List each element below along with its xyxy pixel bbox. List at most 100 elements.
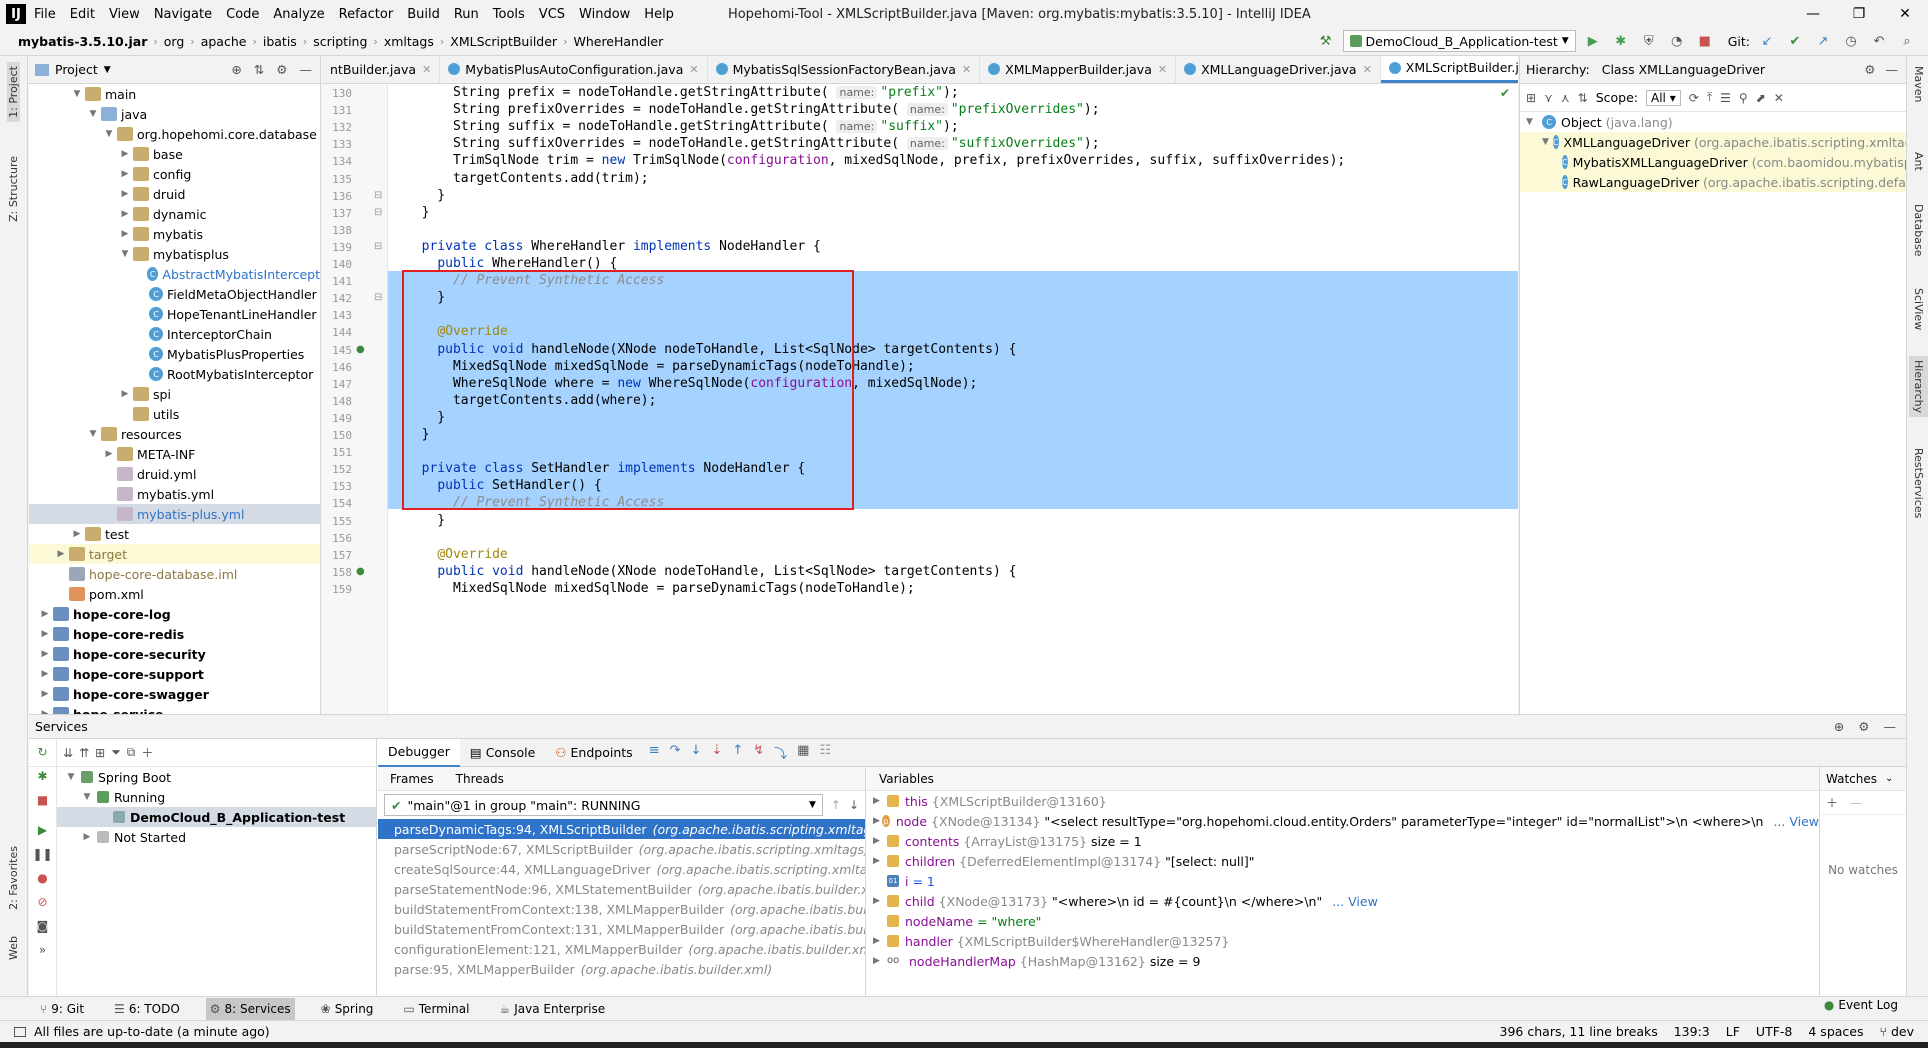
sort-icon[interactable]: ⇅: [1578, 91, 1588, 105]
stripe-maven[interactable]: Maven: [1912, 66, 1925, 102]
expand-all-icon[interactable]: ⇊: [63, 746, 73, 760]
group-icon[interactable]: ⊞: [95, 746, 105, 760]
stack-frame[interactable]: parseDynamicTags:94, XMLScriptBuilder (or…: [378, 819, 865, 839]
project-tree-item[interactable]: hope-core-database.iml: [29, 564, 320, 584]
status-encoding[interactable]: UTF-8: [1756, 1024, 1792, 1039]
stack-frame[interactable]: createSqlSource:44, XMLLanguageDriver (or…: [378, 859, 865, 879]
implements-marker-icon[interactable]: ●: [356, 344, 365, 355]
force-step-into-icon[interactable]: ⇣: [711, 743, 722, 762]
gear-icon[interactable]: ⚙: [1864, 62, 1875, 77]
view-link[interactable]: ... View: [1332, 894, 1378, 909]
stripe-database[interactable]: Database: [1912, 204, 1925, 257]
tool-window-spring[interactable]: ❀ Spring: [317, 998, 378, 1020]
coverage-icon[interactable]: ⛨: [1638, 30, 1660, 52]
profile-icon[interactable]: ◔: [1666, 30, 1688, 52]
variable-row[interactable]: 01 i = 1: [867, 871, 1819, 891]
hide-icon[interactable]: —: [300, 62, 313, 77]
git-rollback-icon[interactable]: ↶: [1868, 30, 1890, 52]
project-tree-item[interactable]: ▶ test: [29, 524, 320, 544]
project-tree-item[interactable]: ▼ resources: [29, 424, 320, 444]
project-tree-item[interactable]: ▶ hope-core-support: [29, 664, 320, 684]
project-tree-item[interactable]: mybatis.yml: [29, 484, 320, 504]
variable-row[interactable]: ▶ child {XNode@13173} "<where>\n id = #{c…: [867, 891, 1819, 911]
chevron-down-icon[interactable]: ▼: [87, 429, 99, 439]
project-tree-item[interactable]: ▶ hope-core-log: [29, 604, 320, 624]
variable-row[interactable]: ▶ children {DeferredElementImpl@13174} "[…: [867, 851, 1819, 871]
search-icon[interactable]: ⌕: [1896, 30, 1918, 52]
hierarchy-tab-title[interactable]: Class XMLLanguageDriver: [1602, 62, 1765, 77]
services-tree-item[interactable]: ▼ Spring Boot: [57, 767, 376, 787]
chevron-down-icon[interactable]: ⌄: [1885, 773, 1893, 784]
chevron-right-icon[interactable]: ▶: [55, 549, 67, 559]
trace-icon[interactable]: ☷: [819, 743, 831, 762]
project-tree-item[interactable]: ▶ mybatis: [29, 224, 320, 244]
menu-item-analyze[interactable]: Analyze: [273, 7, 324, 22]
chevron-right-icon[interactable]: ▶: [873, 956, 887, 966]
chevron-right-icon[interactable]: ▶: [39, 629, 51, 639]
tool-window-terminal[interactable]: ▭ Terminal: [399, 998, 473, 1020]
chevron-down-icon[interactable]: ▼: [81, 792, 93, 802]
stack-frame[interactable]: parseScriptNode:67, XMLScriptBuilder (org…: [378, 839, 865, 859]
chevron-right-icon[interactable]: ▶: [119, 189, 131, 199]
close-icon[interactable]: ✕: [962, 63, 971, 76]
maximize-button[interactable]: ❐: [1836, 0, 1882, 28]
menu-item-view[interactable]: View: [109, 7, 140, 22]
project-tree-item[interactable]: mybatis-plus.yml: [29, 504, 320, 524]
hierarchy-item[interactable]: ▼ C Object (java.lang): [1520, 112, 1906, 132]
supertypes-icon[interactable]: ⋎: [1544, 91, 1553, 105]
chevron-right-icon[interactable]: ▶: [873, 936, 887, 946]
variable-row[interactable]: ▶ contents {ArrayList@13175} size = 1: [867, 831, 1819, 851]
services-tree-item[interactable]: ▼ Running: [57, 787, 376, 807]
pin-icon[interactable]: ⚲: [1739, 91, 1748, 105]
gear-icon[interactable]: ⚙: [276, 62, 287, 77]
chevron-right-icon[interactable]: ▶: [81, 832, 93, 842]
stack-frame[interactable]: buildStatementFromContext:131, XMLMapper…: [378, 919, 865, 939]
menu-item-build[interactable]: Build: [407, 7, 440, 22]
subtypes-icon[interactable]: ⋏: [1561, 91, 1570, 105]
view-link[interactable]: ... View: [1773, 814, 1819, 829]
chevron-down-icon[interactable]: ▼: [104, 65, 111, 75]
export-icon[interactable]: ⬈: [1756, 91, 1766, 105]
services-tree-item[interactable]: DemoCloud_B_Application-test: [57, 807, 376, 827]
project-tree-item[interactable]: ▶ dynamic: [29, 204, 320, 224]
status-indent[interactable]: 4 spaces: [1808, 1024, 1863, 1039]
breadcrumb-item[interactable]: org: [164, 34, 185, 49]
add-watch-icon[interactable]: ＋: [1826, 794, 1838, 811]
chevron-down-icon[interactable]: ▼: [1542, 137, 1549, 147]
variable-row[interactable]: ▶ handler {XMLScriptBuilder$WhereHandler@…: [867, 931, 1819, 951]
project-tree-item[interactable]: ▶ target: [29, 544, 320, 564]
chevron-right-icon[interactable]: ▶: [119, 209, 131, 219]
step-over-icon[interactable]: ↷: [670, 743, 681, 762]
status-git-branch[interactable]: ⑂ dev: [1879, 1024, 1914, 1039]
fold-marker-icon[interactable]: ⊟: [374, 241, 382, 252]
close-icon[interactable]: ✕: [1158, 63, 1167, 76]
project-tree-item[interactable]: ▶ hope-core-swagger: [29, 684, 320, 704]
project-tree-item[interactable]: ▶ META-INF: [29, 444, 320, 464]
scope-select[interactable]: All ▾: [1646, 89, 1681, 106]
git-history-icon[interactable]: ◷: [1840, 30, 1862, 52]
project-tree-item[interactable]: C HopeTenantLineHandler: [29, 304, 320, 324]
stripe-restservices[interactable]: RestServices: [1912, 448, 1925, 518]
breadcrumb-item[interactable]: XMLScriptBuilder: [450, 34, 557, 49]
stack-frame[interactable]: parseStatementNode:96, XMLStatementBuild…: [378, 879, 865, 899]
git-update-icon[interactable]: ↙: [1756, 30, 1778, 52]
chevron-down-icon[interactable]: ▼: [119, 249, 131, 259]
globe-icon[interactable]: ⊕: [1834, 719, 1844, 734]
step-into-icon[interactable]: ↓: [691, 743, 702, 762]
chevron-right-icon[interactable]: ▶: [71, 529, 83, 539]
arrow-down-icon[interactable]: ↓: [849, 798, 859, 812]
thread-selector[interactable]: ✔ "main"@1 in group "main": RUNNING ▼: [384, 794, 823, 816]
project-tree-item[interactable]: ▶ spi: [29, 384, 320, 404]
menu-item-edit[interactable]: Edit: [70, 7, 95, 22]
remove-watch-icon[interactable]: —: [1850, 796, 1862, 810]
menu-item-run[interactable]: Run: [454, 7, 479, 22]
minimize-button[interactable]: —: [1790, 0, 1836, 28]
project-tree-item[interactable]: C MybatisPlusProperties: [29, 344, 320, 364]
project-tree-item[interactable]: ▶ hope-core-security: [29, 644, 320, 664]
chevron-right-icon[interactable]: ▶: [39, 649, 51, 659]
project-tree-item[interactable]: ▶ config: [29, 164, 320, 184]
stripe-hierarchy[interactable]: Hierarchy: [1909, 356, 1928, 418]
chevron-right-icon[interactable]: ▶: [873, 836, 887, 846]
stack-frame[interactable]: buildStatementFromContext:138, XMLMapper…: [378, 899, 865, 919]
pause-icon[interactable]: ❚❚: [32, 847, 52, 861]
